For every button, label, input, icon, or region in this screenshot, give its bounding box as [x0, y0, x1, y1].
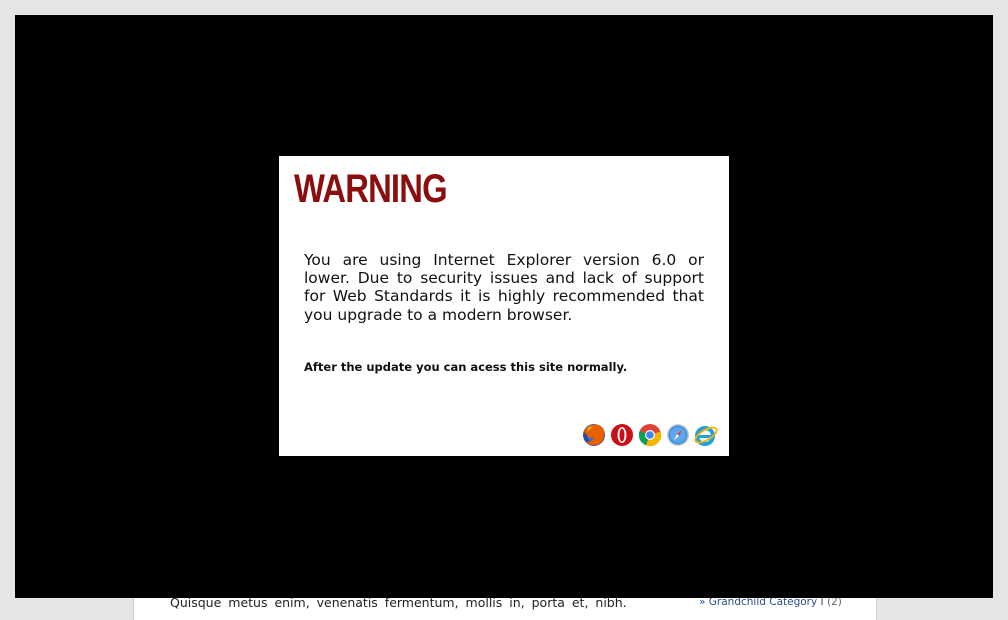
opera-icon[interactable]	[609, 420, 635, 448]
chrome-icon[interactable]	[637, 420, 663, 448]
warning-note: After the update you can acess this site…	[304, 360, 628, 374]
firefox-icon[interactable]	[581, 420, 607, 448]
warning-title: WARNING	[294, 167, 448, 211]
browser-warning-dialog: WARNING You are using Internet Explorer …	[279, 156, 729, 456]
browser-icons	[581, 420, 719, 448]
safari-icon[interactable]	[665, 420, 691, 448]
internet-explorer-icon[interactable]	[693, 420, 719, 448]
warning-message: You are using Internet Explorer version …	[304, 251, 704, 324]
